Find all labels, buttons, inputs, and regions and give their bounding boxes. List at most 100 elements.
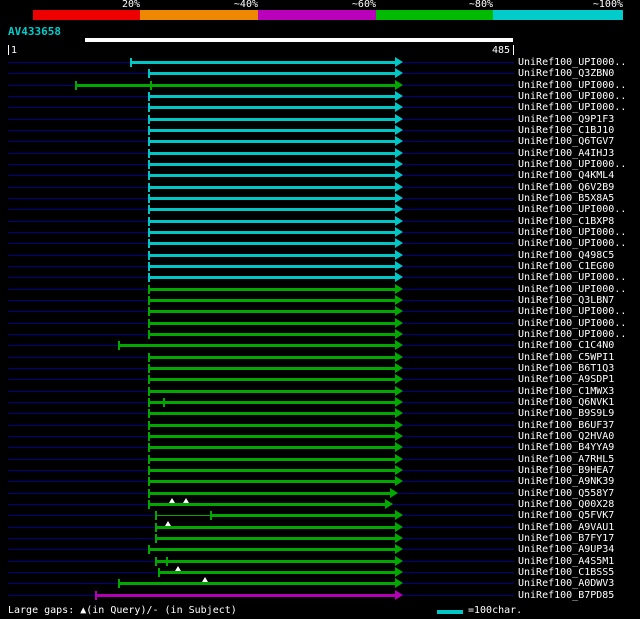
- hit-label[interactable]: UniRef100_A0DWV3: [518, 579, 614, 589]
- hit-label[interactable]: UniRef100_B5X8A5: [518, 193, 614, 204]
- alignment-bar[interactable]: [148, 208, 395, 212]
- alignment-bar[interactable]: [155, 536, 395, 540]
- hit-label[interactable]: UniRef100_A9VAU1: [518, 522, 614, 533]
- hit-label[interactable]: UniRef100_Q6V2B9: [518, 182, 614, 193]
- alignment-bar[interactable]: [148, 412, 395, 416]
- alignment-bar[interactable]: [148, 548, 395, 552]
- alignment-bar[interactable]: [148, 355, 395, 359]
- alignment-bar[interactable]: [155, 559, 395, 563]
- hit-label[interactable]: UniRef100_Q9P1F3: [518, 114, 614, 125]
- hit-label[interactable]: UniRef100_UPI000..: [518, 284, 626, 295]
- alignment-bar[interactable]: [148, 106, 395, 110]
- alignment-bar[interactable]: [155, 525, 395, 529]
- alignment-bar[interactable]: [148, 162, 395, 166]
- alignment-bar[interactable]: [148, 276, 395, 280]
- alignment-bar[interactable]: [148, 242, 395, 246]
- hit-label[interactable]: UniRef100_Q3ZBN0: [518, 69, 614, 79]
- alignment-bar[interactable]: [148, 389, 395, 393]
- hit-label[interactable]: UniRef100_A9UP34: [518, 545, 614, 555]
- alignment-bar[interactable]: [148, 378, 395, 382]
- alignment-bar[interactable]: [148, 491, 390, 495]
- alignment-bar[interactable]: [148, 423, 395, 427]
- hit-label[interactable]: UniRef100_B4YYA9: [518, 443, 614, 453]
- hit-label[interactable]: UniRef100_UPI000..: [518, 205, 626, 215]
- hit-label[interactable]: UniRef100_C1MWX3: [518, 386, 614, 397]
- hit-label[interactable]: UniRef100_A4IHJ3: [518, 148, 614, 159]
- alignment-bar[interactable]: [148, 321, 395, 325]
- hit-label[interactable]: UniRef100_C1BXP8: [518, 216, 614, 227]
- hit-label[interactable]: UniRef100_Q2HVA0: [518, 431, 614, 442]
- hit-label[interactable]: UniRef100_C1EG00: [518, 261, 614, 272]
- segment-cap-tick: [148, 273, 150, 283]
- alignment-bar[interactable]: [148, 253, 395, 257]
- hit-label[interactable]: UniRef100_A9NK39: [518, 477, 614, 487]
- hit-label[interactable]: UniRef100_C5WPI1: [518, 352, 614, 363]
- alignment-bar[interactable]: [148, 94, 395, 98]
- hit-label[interactable]: UniRef100_Q5FVK7: [518, 511, 614, 521]
- hit-label[interactable]: UniRef100_UPI000..: [518, 329, 626, 340]
- identity-colorbar: 20% ~40% ~60% ~80% ~100%: [0, 0, 640, 22]
- alignment-bar[interactable]: [118, 344, 395, 348]
- alignment-bar[interactable]: [148, 151, 395, 155]
- hit-label[interactable]: UniRef100_B6UF37: [518, 420, 614, 431]
- alignment-bar[interactable]: [148, 332, 395, 336]
- hit-label[interactable]: UniRef100_B7PD85: [518, 590, 614, 601]
- hit-label[interactable]: UniRef100_Q558Y7: [518, 488, 614, 499]
- hit-label[interactable]: UniRef100_UPI000..: [518, 159, 626, 170]
- alignment-bar[interactable]: [148, 468, 395, 472]
- alignment-bar[interactable]: [148, 502, 385, 506]
- alignment-bar[interactable]: [148, 310, 395, 314]
- hit-label[interactable]: UniRef100_UPI000..: [518, 318, 626, 329]
- alignment-bar[interactable]: [148, 366, 395, 370]
- hit-label[interactable]: UniRef100_UPI000..: [518, 273, 626, 283]
- hit-label[interactable]: UniRef100_Q4KML4: [518, 171, 614, 181]
- alignment-bar[interactable]: [148, 72, 395, 76]
- alignment-bar[interactable]: [148, 196, 395, 200]
- alignment-bar[interactable]: [148, 174, 395, 178]
- alignment-bar[interactable]: [148, 287, 395, 291]
- alignment-bar[interactable]: [210, 514, 395, 518]
- alignment-bar[interactable]: [148, 230, 395, 234]
- alignment-bar[interactable]: [148, 140, 395, 144]
- alignment-bar[interactable]: [158, 570, 395, 574]
- alignment-bar[interactable]: [148, 457, 395, 461]
- alignment-bar[interactable]: [75, 83, 395, 87]
- hit-label[interactable]: UniRef100_B6T1Q3: [518, 363, 614, 374]
- hit-label[interactable]: UniRef100_UPI000..: [518, 307, 626, 317]
- hit-label[interactable]: UniRef100_C1BJ10: [518, 125, 614, 136]
- alignment-bar[interactable]: [148, 480, 395, 484]
- hit-row: UniRef100_UPI000..: [0, 204, 640, 215]
- alignment-bar[interactable]: [148, 185, 395, 189]
- hit-label[interactable]: UniRef100_A7RHL5: [518, 454, 614, 465]
- hit-label[interactable]: UniRef100_B9HEA7: [518, 465, 614, 476]
- alignment-bar[interactable]: [148, 400, 395, 404]
- hit-label[interactable]: UniRef100_Q498C5: [518, 250, 614, 261]
- hit-label[interactable]: UniRef100_UPI000..: [518, 103, 626, 113]
- hit-label[interactable]: UniRef100_Q6NVK1: [518, 397, 614, 408]
- hit-label[interactable]: UniRef100_A9SDP1: [518, 375, 614, 385]
- hit-label[interactable]: UniRef100_UPI000..: [518, 91, 626, 102]
- alignment-bar[interactable]: [130, 61, 395, 64]
- hit-label[interactable]: UniRef100_B9S9L9: [518, 409, 614, 419]
- strand-arrow-icon: [395, 147, 403, 158]
- hit-label[interactable]: UniRef100_UPI000..: [518, 80, 626, 91]
- hit-label[interactable]: UniRef100_UPI000..: [518, 227, 626, 238]
- alignment-bar[interactable]: [148, 117, 395, 121]
- alignment-bar[interactable]: [118, 582, 395, 586]
- alignment-bar[interactable]: [148, 219, 395, 223]
- alignment-bar[interactable]: [148, 264, 395, 268]
- hit-label[interactable]: UniRef100_Q6TGV7: [518, 137, 614, 147]
- alignment-bar[interactable]: [95, 593, 395, 597]
- hit-label[interactable]: UniRef100_B7FY17: [518, 533, 614, 544]
- hit-label[interactable]: UniRef100_C1BSS5: [518, 567, 614, 578]
- hit-label[interactable]: UniRef100_UPI000..: [518, 239, 626, 249]
- hit-label[interactable]: UniRef100_A4S5M1: [518, 556, 614, 567]
- hit-label[interactable]: UniRef100_C1C4N0: [518, 341, 614, 351]
- hit-label[interactable]: UniRef100_Q00X28: [518, 499, 614, 510]
- alignment-bar[interactable]: [148, 298, 395, 302]
- alignment-bar[interactable]: [148, 434, 395, 438]
- alignment-bar[interactable]: [148, 446, 395, 450]
- alignment-bar[interactable]: [148, 128, 395, 132]
- hit-label[interactable]: UniRef100_UPI000..: [518, 58, 626, 68]
- hit-label[interactable]: UniRef100_Q3LBN7: [518, 295, 614, 306]
